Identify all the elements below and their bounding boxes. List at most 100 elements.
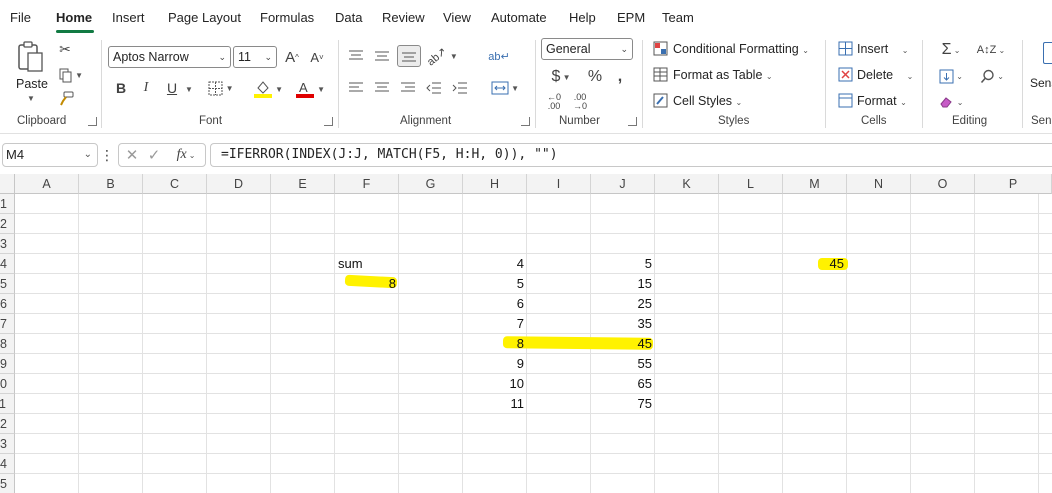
- format-painter-icon[interactable]: [57, 90, 75, 108]
- percent-icon[interactable]: %: [585, 67, 605, 87]
- cancel-icon[interactable]: ✕: [123, 146, 141, 164]
- conditional-formatting-icon[interactable]: [652, 40, 669, 57]
- orientation-icon[interactable]: ab↗ ▼: [425, 45, 458, 68]
- more-options-icon[interactable]: ⋮: [100, 147, 114, 163]
- row-header-14[interactable]: 14: [0, 454, 15, 474]
- decrease-decimal-icon[interactable]: .00 →0: [570, 92, 590, 112]
- row-header-7[interactable]: 7: [0, 314, 15, 334]
- font-launcher-icon[interactable]: [324, 117, 333, 126]
- cell-j6[interactable]: 25: [591, 294, 655, 314]
- paste-icon[interactable]: [14, 40, 46, 74]
- row-header-5[interactable]: 5: [0, 274, 15, 294]
- cell-j9[interactable]: 55: [591, 354, 655, 374]
- column-header-g[interactable]: G: [399, 174, 463, 194]
- column-header-b[interactable]: B: [79, 174, 143, 194]
- menu-view[interactable]: View: [443, 10, 471, 25]
- column-header-e[interactable]: E: [271, 174, 335, 194]
- column-header-i[interactable]: I: [527, 174, 591, 194]
- cell-f5[interactable]: 8: [335, 274, 399, 294]
- column-header-k[interactable]: K: [655, 174, 719, 194]
- column-header-n[interactable]: N: [847, 174, 911, 194]
- format-as-table-icon[interactable]: [652, 66, 669, 83]
- cell-j11[interactable]: 75: [591, 394, 655, 414]
- increase-decimal-icon[interactable]: ←0.00: [544, 92, 564, 112]
- column-header-f[interactable]: F: [335, 174, 399, 194]
- column-header-h[interactable]: H: [463, 174, 527, 194]
- row-header-1[interactable]: 1: [0, 194, 15, 214]
- cell-h9[interactable]: 9: [463, 354, 527, 374]
- underline-dropdown-icon[interactable]: ▼: [185, 85, 193, 94]
- menu-file[interactable]: File: [10, 10, 31, 25]
- menu-formulas[interactable]: Formulas: [260, 10, 314, 25]
- row-header-3[interactable]: 3: [0, 234, 15, 254]
- row-header-2[interactable]: 2: [0, 214, 15, 234]
- cell-j8[interactable]: 45: [591, 334, 655, 354]
- cell-j10[interactable]: 65: [591, 374, 655, 394]
- column-header-o[interactable]: O: [911, 174, 975, 194]
- merge-center-icon[interactable]: ▼: [487, 78, 523, 98]
- cell-styles-icon[interactable]: [652, 92, 669, 109]
- cell-j4[interactable]: 5: [591, 254, 655, 274]
- insert-cells-icon[interactable]: [837, 40, 854, 57]
- menu-insert[interactable]: Insert: [112, 10, 145, 25]
- enter-icon[interactable]: ✓: [145, 146, 163, 164]
- clear-icon[interactable]: ⌄: [933, 92, 969, 112]
- row-header-12[interactable]: 12: [0, 414, 15, 434]
- select-all-corner[interactable]: [0, 174, 15, 194]
- cell-h11[interactable]: 11: [463, 394, 527, 414]
- menu-review[interactable]: Review: [382, 10, 425, 25]
- fill-icon[interactable]: ⌄: [933, 66, 969, 86]
- cell-h7[interactable]: 7: [463, 314, 527, 334]
- wrap-text-icon[interactable]: ab↵: [488, 46, 509, 66]
- number-launcher-icon[interactable]: [628, 117, 637, 126]
- cell-f4[interactable]: sum: [335, 254, 366, 274]
- cell-h8[interactable]: 8: [463, 334, 527, 354]
- sensitivity-button[interactable]: Sens: [1030, 76, 1052, 90]
- delete-cells-button[interactable]: Delete ⌄: [857, 68, 913, 82]
- format-as-table-button[interactable]: Format as Table ⌄: [673, 68, 773, 82]
- paste-label[interactable]: Paste: [16, 77, 48, 91]
- insert-function-icon[interactable]: fx ⌄: [169, 146, 203, 164]
- row-header-4[interactable]: 4: [0, 254, 15, 274]
- menu-home[interactable]: Home: [56, 10, 92, 25]
- menu-automate[interactable]: Automate: [491, 10, 547, 25]
- alignment-launcher-icon[interactable]: [521, 117, 530, 126]
- row-header-6[interactable]: 6: [0, 294, 15, 314]
- insert-cells-button[interactable]: Insert ⌄: [857, 42, 908, 56]
- row-header-15[interactable]: 15: [0, 474, 15, 493]
- paste-dropdown-icon[interactable]: ▼: [27, 94, 35, 103]
- cell-j7[interactable]: 35: [591, 314, 655, 334]
- cell-m4[interactable]: 45: [783, 254, 847, 274]
- conditional-formatting-button[interactable]: Conditional Formatting ⌄: [673, 42, 809, 56]
- align-left-icon[interactable]: [347, 79, 365, 97]
- name-box[interactable]: M4 ⌄: [2, 143, 98, 167]
- bold-icon[interactable]: B: [113, 79, 129, 97]
- sort-filter-icon[interactable]: A↕Z ⌄: [973, 40, 1009, 60]
- sensitivity-icon[interactable]: [1043, 42, 1052, 64]
- align-right-icon[interactable]: [399, 79, 417, 97]
- row-header-13[interactable]: 13: [0, 434, 15, 454]
- menu-data[interactable]: Data: [335, 10, 362, 25]
- align-center-icon[interactable]: [373, 79, 391, 97]
- align-middle-icon[interactable]: [373, 47, 391, 65]
- comma-style-icon[interactable]: ,: [612, 67, 628, 87]
- cell-h6[interactable]: 6: [463, 294, 527, 314]
- cell-j5[interactable]: 15: [591, 274, 655, 294]
- cell-styles-button[interactable]: Cell Styles ⌄: [673, 94, 742, 108]
- decrease-indent-icon[interactable]: [425, 79, 443, 97]
- menu-page-layout[interactable]: Page Layout: [168, 10, 241, 25]
- cut-icon[interactable]: ✂: [57, 40, 73, 58]
- column-header-d[interactable]: D: [207, 174, 271, 194]
- font-name-select[interactable]: Aptos Narrow ⌄: [108, 46, 231, 68]
- column-header-p[interactable]: P: [975, 174, 1052, 194]
- increase-font-icon[interactable]: A ^: [283, 47, 301, 67]
- delete-cells-icon[interactable]: [837, 66, 854, 83]
- column-header-l[interactable]: L: [719, 174, 783, 194]
- column-header-a[interactable]: A: [15, 174, 79, 194]
- currency-icon[interactable]: $ ▼: [544, 67, 578, 87]
- increase-indent-icon[interactable]: [451, 79, 469, 97]
- decrease-font-icon[interactable]: A ˅: [308, 47, 326, 67]
- column-header-j[interactable]: J: [591, 174, 655, 194]
- fill-color-icon[interactable]: ▼: [250, 78, 286, 100]
- menu-team[interactable]: Team: [662, 10, 694, 25]
